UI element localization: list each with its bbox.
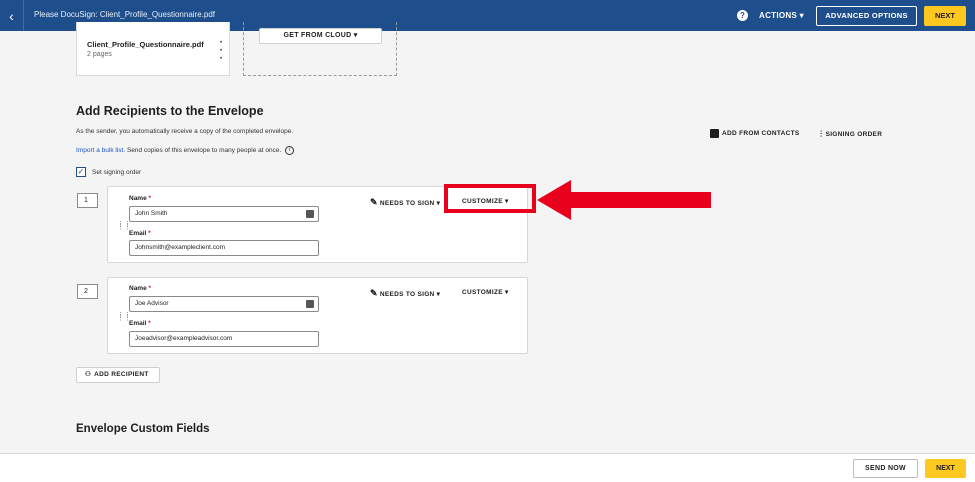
recipient-1-email-label: Email * <box>129 230 151 237</box>
upload-drop-zone[interactable]: GET FROM CLOUD ▾ <box>243 22 397 76</box>
recipient-card-2: ⋮⋮ ⋮⋮ Name * Joe Advisor Email * Joeadvis… <box>107 277 528 354</box>
sender-note: As the sender, you automatically receive… <box>76 128 294 135</box>
recipients-section-title: Add Recipients to the Envelope <box>76 104 264 118</box>
red-arrow-icon <box>537 180 711 220</box>
address-book-icon[interactable] <box>306 210 314 218</box>
recipient-2-name-value: Joe Advisor <box>135 300 169 307</box>
document-title: Please DocuSign: Client_Profile_Question… <box>34 10 215 19</box>
recipient-2-email-label: Email * <box>129 320 151 327</box>
signing-order-icon: ⫶ <box>820 129 823 139</box>
recipient-2-customize-dropdown[interactable]: CUSTOMIZE ▾ <box>462 288 509 296</box>
actions-menu-button[interactable]: ACTIONS ▾ <box>759 11 804 20</box>
add-from-contacts-button[interactable]: ADD FROM CONTACTS <box>710 129 800 138</box>
advanced-options-button[interactable]: ADVANCED OPTIONS <box>816 6 917 26</box>
recipient-2-order-input[interactable]: 2 <box>77 284 98 299</box>
recipient-1-email-field[interactable]: Johnsmith@exampleclient.com <box>129 240 319 256</box>
recipient-2-name-field[interactable]: Joe Advisor <box>129 296 319 312</box>
pen-icon: ✎ <box>370 288 378 298</box>
pen-icon: ✎ <box>370 197 378 207</box>
set-signing-order-label: Set signing order <box>92 168 142 176</box>
required-marker: * <box>148 285 152 292</box>
info-icon[interactable]: i <box>285 146 295 155</box>
address-book-icon[interactable] <box>306 300 314 308</box>
recipient-1-action-dropdown[interactable]: ✎ NEEDS TO SIGN ▾ <box>370 197 440 208</box>
bulk-list-line: Import a bulk list. Send copies of this … <box>76 146 295 155</box>
document-file-name: Client_Profile_Questionnaire.pdf <box>87 40 204 49</box>
recipient-2-action-dropdown[interactable]: ✎ NEEDS TO SIGN ▾ <box>370 288 440 299</box>
required-marker: * <box>148 230 151 237</box>
add-user-icon: ⚇ <box>85 371 92 378</box>
bulk-list-description: Send copies of this envelope to many peo… <box>125 147 282 155</box>
add-from-contacts-label: ADD FROM CONTACTS <box>722 130 800 138</box>
recipient-1-name-field[interactable]: John Smith <box>129 206 319 222</box>
drag-handle-icon[interactable]: ⋮⋮ ⋮⋮ <box>117 221 131 231</box>
custom-fields-title: Envelope Custom Fields <box>76 423 210 435</box>
recipient-1-order-input[interactable]: 1 <box>77 193 98 208</box>
import-bulk-list-link[interactable]: Import a bulk list. <box>76 147 125 154</box>
recipient-1-name-value: John Smith <box>135 210 168 217</box>
recipient-1-name-label: Name * <box>129 195 152 202</box>
recipient-2-email-field[interactable]: Joeadvisor@exampleadvisor.com <box>129 331 319 347</box>
customize-highlight-box <box>444 184 536 213</box>
document-card[interactable]: Client_Profile_Questionnaire.pdf 2 pages… <box>76 22 230 76</box>
set-signing-order-row[interactable]: ✓ Set signing order <box>76 167 141 177</box>
help-circle-icon[interactable]: ? <box>737 10 748 21</box>
required-marker: * <box>148 320 151 327</box>
get-from-cloud-button[interactable]: GET FROM CLOUD ▾ <box>259 28 382 44</box>
recipient-2-name-label: Name * <box>129 285 152 292</box>
next-button-bottom[interactable]: NEXT <box>925 459 966 478</box>
signing-order-button[interactable]: ⫶ SIGNING ORDER <box>820 129 882 140</box>
set-signing-order-checkbox[interactable]: ✓ <box>76 167 86 177</box>
kebab-menu-icon[interactable]: · · · <box>220 38 223 64</box>
send-now-button[interactable]: SEND NOW <box>853 459 918 478</box>
document-page-count: 2 pages <box>87 51 112 58</box>
back-button[interactable]: ‹ <box>0 0 24 31</box>
contacts-icon <box>710 129 719 138</box>
required-marker: * <box>148 195 152 202</box>
footer-bar: SEND NOW NEXT <box>0 453 975 482</box>
add-recipient-button[interactable]: ⚇ ADD RECIPIENT <box>76 367 160 383</box>
chevron-left-icon: ‹ <box>9 7 14 24</box>
drag-handle-icon[interactable]: ⋮⋮ ⋮⋮ <box>117 312 131 322</box>
signing-order-label: SIGNING ORDER <box>825 131 883 139</box>
next-button-top[interactable]: NEXT <box>924 6 966 26</box>
